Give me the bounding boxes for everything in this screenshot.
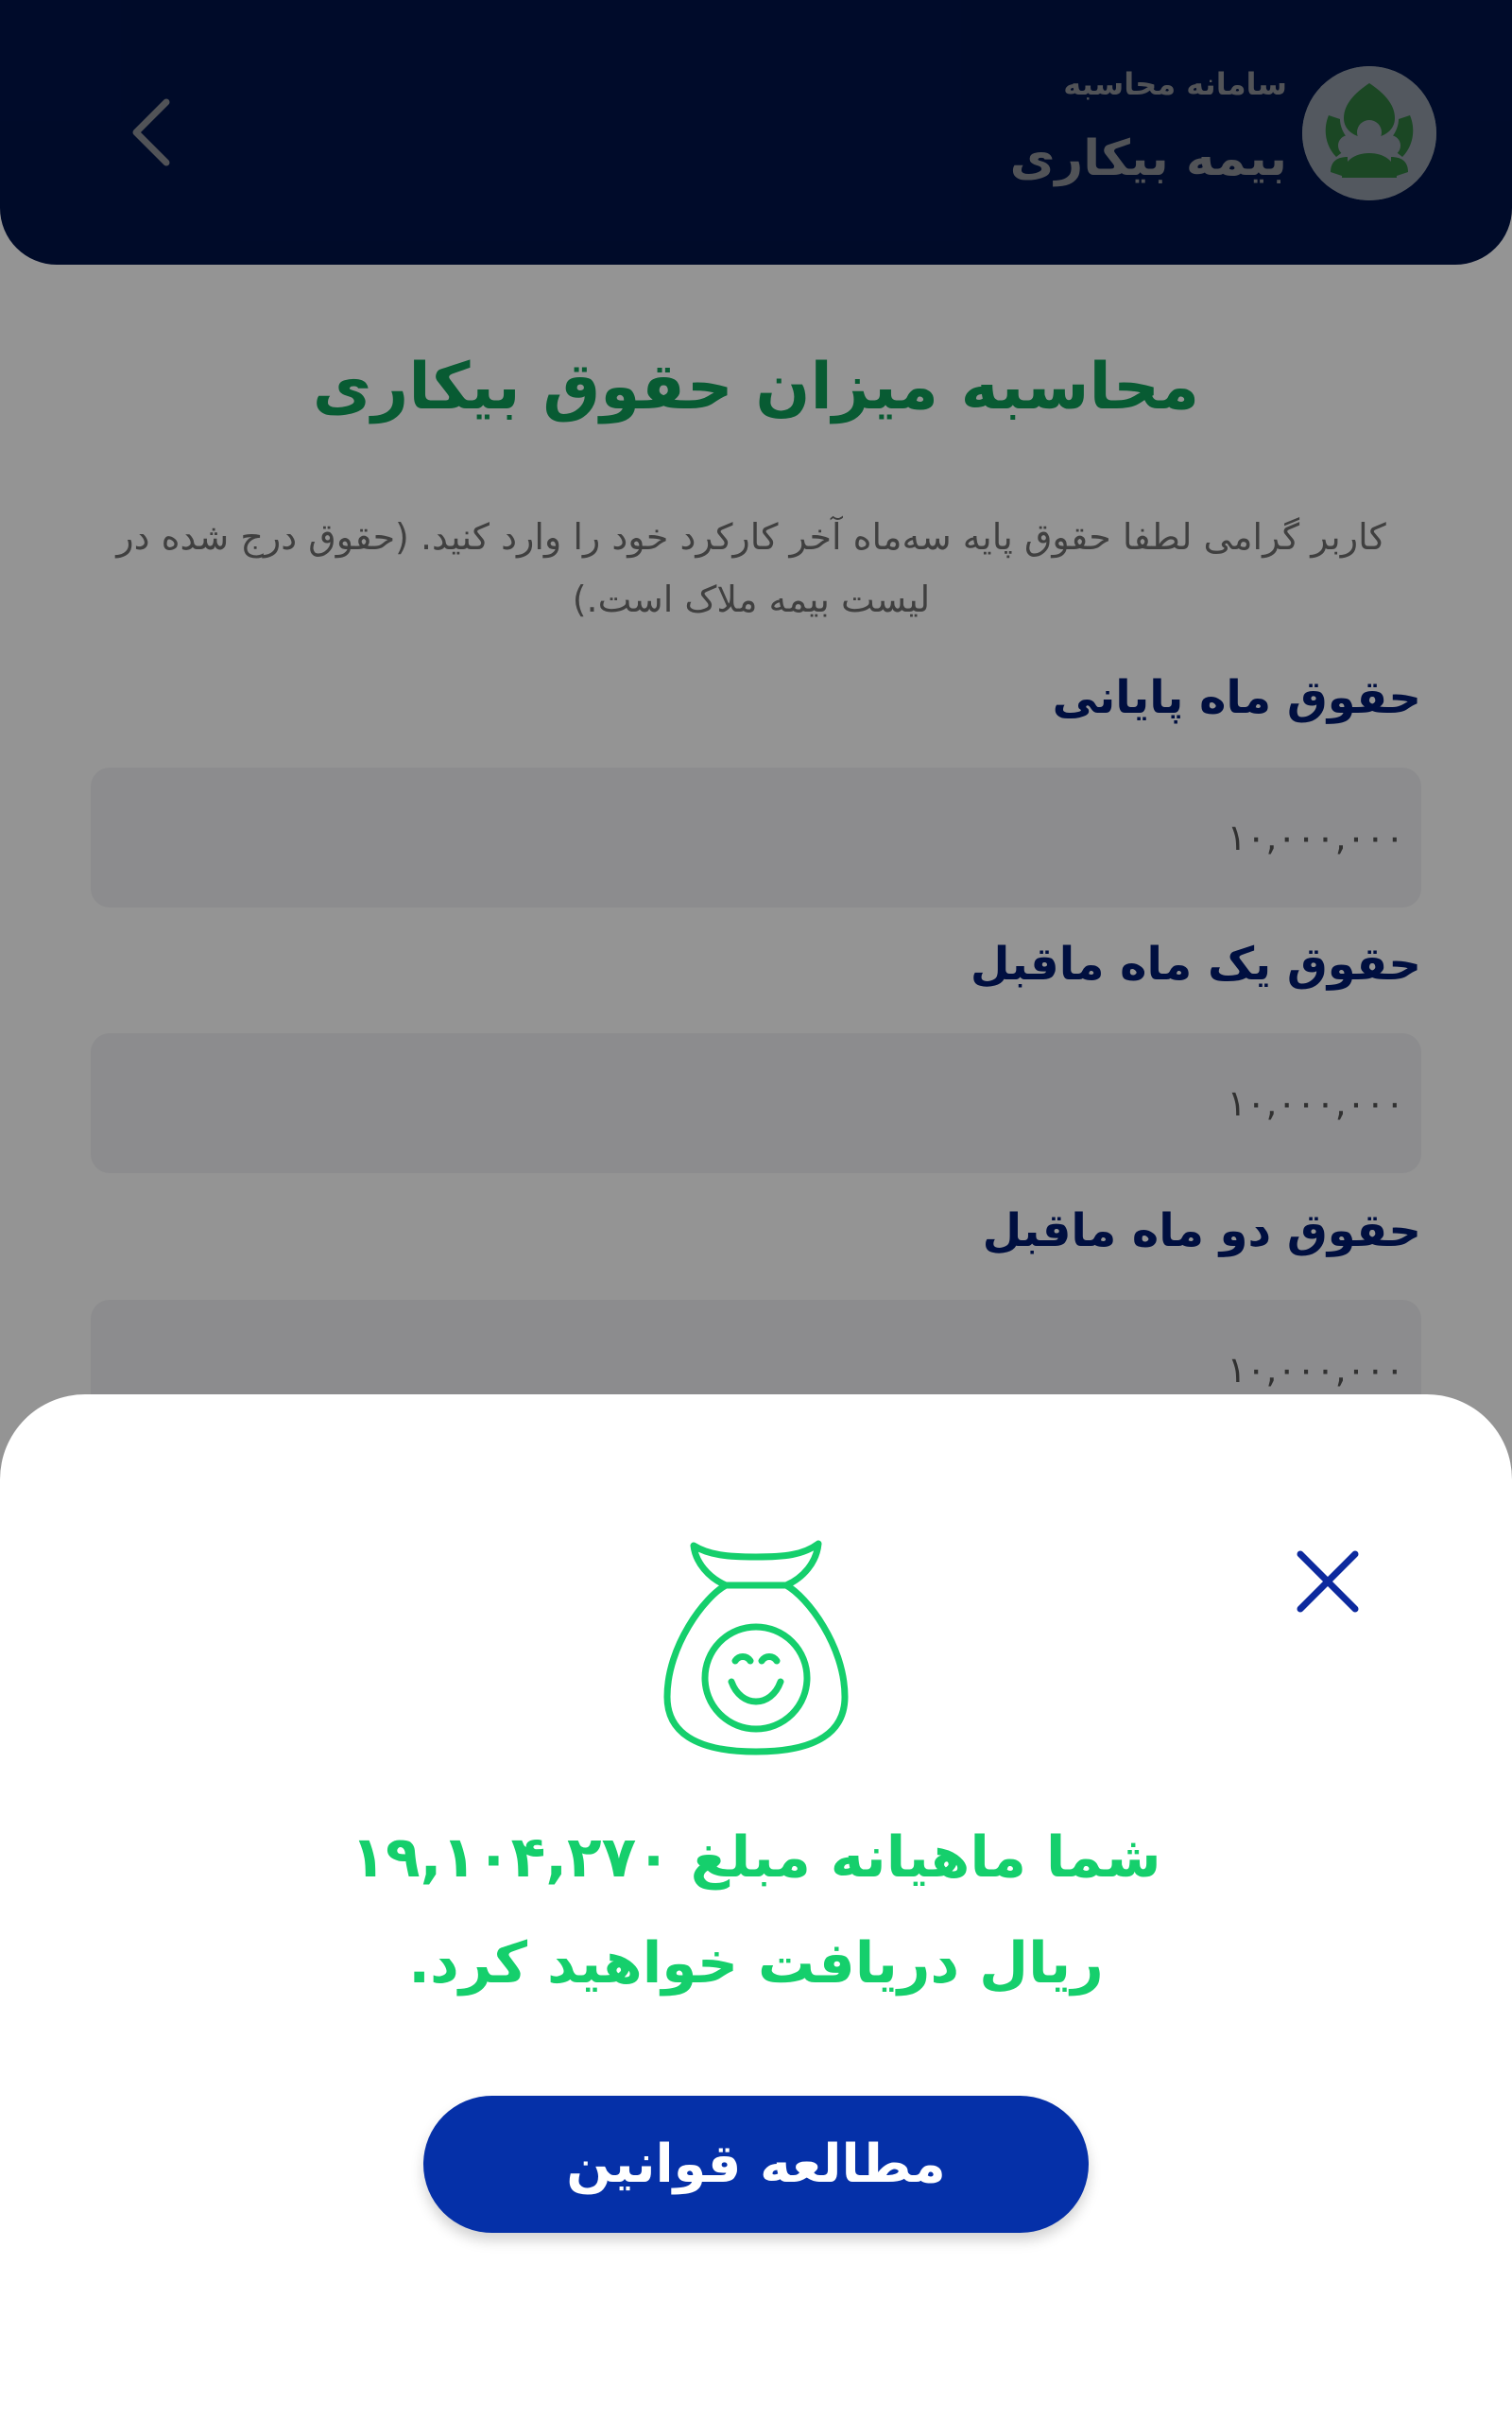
close-button[interactable] [1290,1544,1366,1619]
read-rules-button[interactable]: مطالعه قوانین [423,2096,1089,2233]
money-bag-smile-icon [663,1540,849,1755]
result-amount-text: شما ماهیانه مبلغ ۱۹,۱۰۴,۲۷۰ [351,1824,1161,1891]
result-bottom-sheet: شما ماهیانه مبلغ ۱۹,۱۰۴,۲۷۰ ریال دریافت … [0,1394,1512,2420]
close-icon [1297,1550,1359,1613]
result-suffix-text: ریال دریافت خواهید کرد. [408,1930,1104,1996]
